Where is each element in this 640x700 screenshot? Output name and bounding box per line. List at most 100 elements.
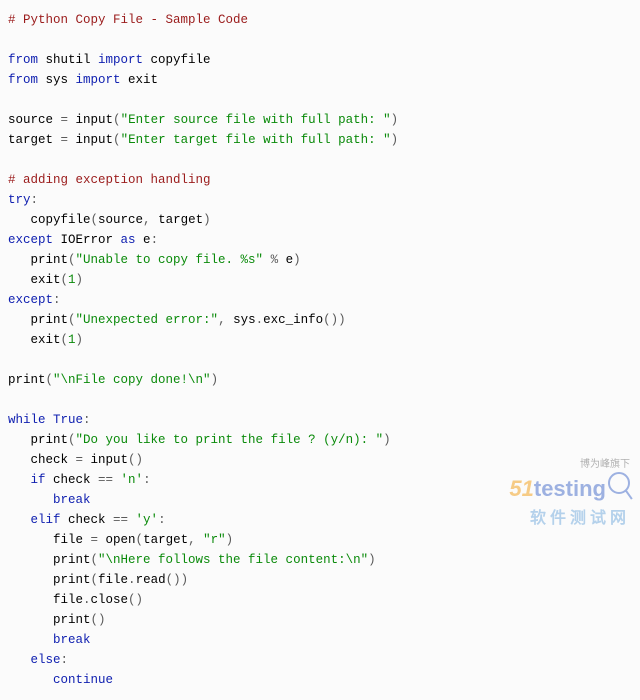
function: input xyxy=(68,133,113,147)
keyword-true: True xyxy=(46,413,84,427)
function: open xyxy=(98,533,136,547)
function: print xyxy=(8,553,91,567)
punct: ()) xyxy=(166,573,189,587)
operator: = xyxy=(76,453,84,467)
punct: ) xyxy=(203,213,211,227)
identifier: copyfile xyxy=(143,53,211,67)
module: sys xyxy=(38,73,76,87)
punct: ( xyxy=(136,533,144,547)
punct: ) xyxy=(76,333,84,347)
function: input xyxy=(68,113,113,127)
punct: ( xyxy=(113,113,121,127)
punct: () xyxy=(91,613,106,627)
keyword-from: from xyxy=(8,73,38,87)
punct: ) xyxy=(368,553,376,567)
identifier: IOError xyxy=(53,233,121,247)
keyword-except: except xyxy=(8,293,53,307)
punct: ) xyxy=(293,253,301,267)
punct: . xyxy=(83,593,91,607)
string: "\nFile copy done!\n" xyxy=(53,373,211,387)
function: print xyxy=(8,573,91,587)
punct: : xyxy=(83,413,91,427)
operator: = xyxy=(61,113,69,127)
operator: = xyxy=(61,133,69,147)
identifier: file xyxy=(8,533,91,547)
identifier: source xyxy=(98,213,143,227)
identifier: check xyxy=(61,513,114,527)
identifier: close xyxy=(91,593,129,607)
string: "Enter target file with full path: " xyxy=(121,133,391,147)
identifier: file xyxy=(98,573,128,587)
keyword-break: break xyxy=(8,633,91,647)
punct: ( xyxy=(68,313,76,327)
magnifier-icon xyxy=(608,472,630,494)
keyword-if: if xyxy=(8,473,46,487)
number: 1 xyxy=(68,333,76,347)
identifier: target xyxy=(143,533,188,547)
function: print xyxy=(8,613,91,627)
watermark-chinese: 软件测试网 xyxy=(509,506,630,532)
punct: ) xyxy=(383,433,391,447)
punct: ) xyxy=(391,113,399,127)
identifier: read xyxy=(136,573,166,587)
identifier: target xyxy=(8,133,61,147)
punct: ) xyxy=(76,273,84,287)
punct: ) xyxy=(211,373,219,387)
punct: ) xyxy=(391,133,399,147)
punct: : xyxy=(53,293,61,307)
identifier: check xyxy=(8,453,76,467)
function: copyfile xyxy=(8,213,91,227)
punct: ( xyxy=(68,253,76,267)
punct: ( xyxy=(113,133,121,147)
keyword-try: try xyxy=(8,193,31,207)
keyword-else: else xyxy=(8,653,61,667)
punct: ( xyxy=(91,213,99,227)
keyword-as: as xyxy=(121,233,136,247)
function: print xyxy=(8,253,68,267)
punct: ()) xyxy=(323,313,346,327)
punct: : xyxy=(158,513,166,527)
punct: : xyxy=(151,233,159,247)
punct: ( xyxy=(91,553,99,567)
punct: : xyxy=(61,653,69,667)
keyword-while: while xyxy=(8,413,46,427)
string: 'n' xyxy=(113,473,143,487)
keyword-elif: elif xyxy=(8,513,61,527)
punct: ( xyxy=(46,373,54,387)
punct: : xyxy=(143,473,151,487)
string: "\nHere follows the file content:\n" xyxy=(98,553,368,567)
punct: ( xyxy=(68,433,76,447)
identifier: sys xyxy=(226,313,256,327)
keyword-except: except xyxy=(8,233,53,247)
module: shutil xyxy=(38,53,98,67)
punct: () xyxy=(128,593,143,607)
keyword-continue: continue xyxy=(8,673,113,687)
string: "Unable to copy file. %s" xyxy=(76,253,264,267)
string: "Do you like to print the file ? (y/n): … xyxy=(76,433,384,447)
identifier: source xyxy=(8,113,61,127)
function: input xyxy=(83,453,128,467)
identifier: exc_info xyxy=(263,313,323,327)
function: exit xyxy=(8,273,61,287)
keyword-import: import xyxy=(98,53,143,67)
operator: % xyxy=(263,253,278,267)
number: 1 xyxy=(68,273,76,287)
identifier: target xyxy=(151,213,204,227)
string: "Unexpected error:" xyxy=(76,313,219,327)
punct: ( xyxy=(61,333,69,347)
comment: # Python Copy File - Sample Code xyxy=(8,13,248,27)
code-block: # Python Copy File - Sample Code from sh… xyxy=(0,0,640,700)
punct: , xyxy=(188,533,196,547)
string: "r" xyxy=(196,533,226,547)
punct: . xyxy=(128,573,136,587)
keyword-break: break xyxy=(8,493,91,507)
identifier: exit xyxy=(121,73,159,87)
function: print xyxy=(8,373,46,387)
function: print xyxy=(8,313,68,327)
identifier: e xyxy=(136,233,151,247)
string: "Enter source file with full path: " xyxy=(121,113,391,127)
operator: = xyxy=(91,533,99,547)
function: print xyxy=(8,433,68,447)
function: exit xyxy=(8,333,61,347)
string: 'y' xyxy=(128,513,158,527)
